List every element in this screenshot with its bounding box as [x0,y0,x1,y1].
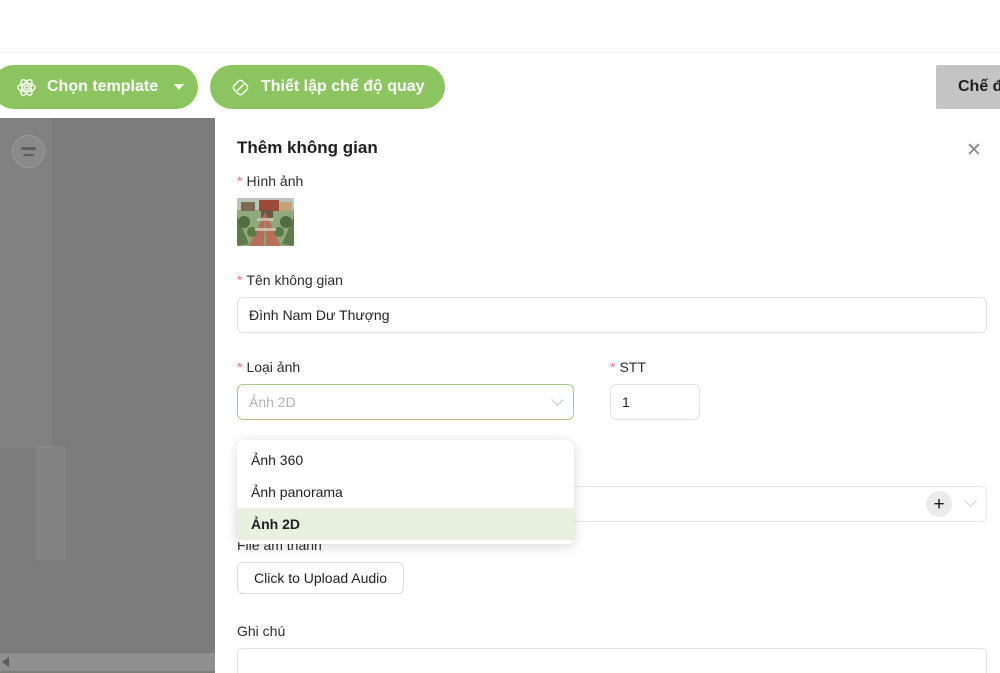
close-icon[interactable]: ✕ [960,136,988,164]
dropdown-option-1[interactable]: Ảnh panorama [237,476,574,508]
hamburger-line-1 [21,147,36,150]
hamburger-menu-icon[interactable] [12,135,45,168]
choose-template-button[interactable]: Chọn template [0,65,199,109]
space-name-label-text: Tên không gian [246,272,343,288]
space-name-input[interactable] [237,297,987,333]
dropdown-option-2[interactable]: Ảnh 2D [237,508,574,540]
chevron-down-icon [174,84,185,90]
image-label-text: Hình ảnh [246,173,304,189]
rotation-mode-button[interactable]: Thiết lập chế độ quay [210,65,445,109]
space-name-field-label: * Tên không gian [237,272,987,288]
stt-label-text: STT [619,359,646,375]
display-mode-label: Chế đ [958,78,1000,95]
stt-field-label: * STT [610,359,700,375]
stt-input[interactable] [610,384,700,420]
temple-garden-path-thumbnail [237,198,294,246]
note-field-label: Ghi chú [237,623,286,639]
note-section: Ghi chú [237,623,987,673]
note-textarea[interactable] [237,648,987,673]
editor-backdrop [0,118,215,673]
image-type-dropdown[interactable]: Ảnh 360 Ảnh panorama Ảnh 2D [237,440,574,544]
choose-template-label: Chọn template [47,78,159,95]
plus-icon[interactable]: + [926,491,952,517]
image-type-label-text: Loại ảnh [246,359,301,375]
app-root: Chọn template Thiết lập chế độ quay Chế … [0,0,1000,673]
rotation-mode-label: Thiết lập chế độ quay [261,78,425,95]
scroll-left-arrow-icon[interactable] [2,657,9,667]
add-space-modal: Thêm không gian ✕ * Hình ảnh * Tên không… [215,118,1000,673]
image-type-select[interactable]: Ảnh 2D [237,384,574,420]
dropdown-option-0[interactable]: Ảnh 360 [237,444,574,476]
backdrop-panel-secondary [36,446,66,561]
chevron-down-icon [964,494,977,508]
upload-audio-button[interactable]: Click to Upload Audio [237,562,405,594]
image-thumbnail[interactable] [237,198,294,246]
toolbar-divider [0,52,1000,53]
required-marker: * [237,359,243,375]
rotate-square-icon [230,77,251,98]
modal-title: Thêm không gian [237,138,378,157]
required-marker: * [237,173,243,189]
horizontal-scrollbar[interactable] [0,653,215,671]
chevron-down-icon [551,393,564,407]
add-space-form: * Hình ảnh * Tên không gian Đình Nam Dư … [237,173,987,420]
hamburger-line-2 [23,153,34,156]
image-type-selected-value: Ảnh 2D [249,394,296,410]
atom-icon [16,77,37,98]
top-toolbar: Chọn template Thiết lập chế độ quay Chế … [0,0,1000,118]
image-field-label: * Hình ảnh [237,173,987,189]
display-mode-button[interactable]: Chế đ [936,65,1000,109]
required-marker: * [237,272,243,288]
audio-section: File âm thanh Click to Upload Audio [237,537,987,594]
image-type-field-label: * Loại ảnh [237,359,574,375]
required-marker: * [610,359,616,375]
